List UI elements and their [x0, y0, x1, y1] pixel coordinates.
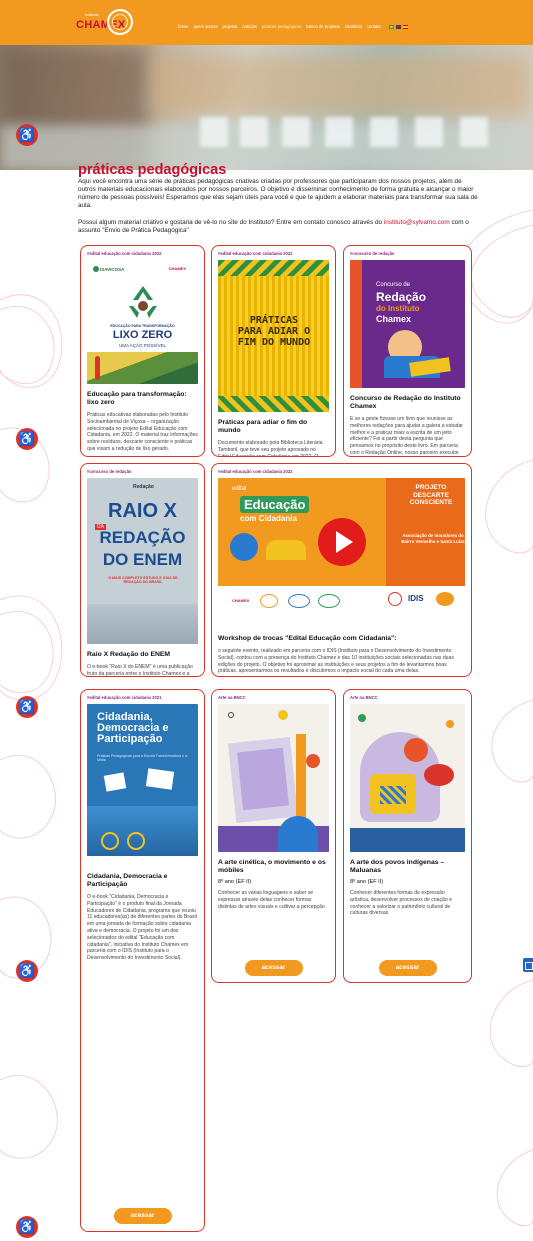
nav-contato[interactable]: contato — [367, 24, 381, 29]
card-title: Workshop de trocas "Edital Educação com … — [218, 635, 397, 642]
card-image[interactable]: ISAVICOSA CHAMEX EDUCAÇÃO PARA TRANSFORM… — [87, 260, 198, 384]
card-title: Cidadania, Democracia e Participação — [87, 873, 168, 888]
card-title: Raio X Redação do ENEM — [87, 651, 171, 658]
card-cidadania-democracia: #edital educação com cidadania 2021 Cida… — [80, 689, 205, 1232]
language-flags — [388, 24, 408, 29]
card-title: Práticas para adiar o fim do mundo — [218, 419, 308, 434]
main-nav: home quem somos projetos notícias prátic… — [178, 24, 408, 29]
card-title: Concurso de Redação do Instituto Chamex — [350, 395, 461, 410]
nav-relatorios[interactable]: relatórios — [345, 24, 362, 29]
intro-contact-text: Possui algum material criativo e gostari… — [78, 219, 469, 234]
card-arte-indigena: Arte na BNCC A arte dos povos indígenas … — [343, 689, 472, 983]
card-description: Práticas educativas elaboradas pelo Inst… — [87, 412, 198, 452]
page-title: práticas pedagógicas — [78, 162, 227, 178]
acessar-button[interactable]: acessar — [244, 960, 303, 976]
card-workshop-trocas: #edital educação com cidadania 2022 edit… — [211, 463, 472, 677]
card-description: o seguinte evento, realizado em parceria… — [218, 648, 454, 675]
card-description: Conhecer diferentes formas de expressão … — [350, 890, 452, 917]
recycle-icon — [129, 286, 157, 318]
card-tag: #concurso de redação — [350, 251, 395, 256]
card-grade: 8º ano (EF II) — [218, 879, 252, 885]
card-image[interactable]: Concurso de Redação do Instituto Chamex — [350, 260, 465, 388]
nav-projetos[interactable]: projetos — [222, 24, 237, 29]
acessar-button[interactable]: acessar — [113, 1208, 172, 1224]
nav-quem-somos[interactable]: quem somos — [193, 24, 217, 29]
card-lixo-zero: #edital educação com cidadania 2022 ISAV… — [80, 245, 205, 457]
video-thumbnail[interactable]: edital Educação com Cidadania PROJETO DE… — [218, 478, 465, 628]
logo-small-text: instituto — [85, 12, 99, 17]
vlibras-icon[interactable] — [523, 958, 533, 972]
card-tag: #edital educação com cidadania 2022 — [218, 251, 293, 256]
card-tag: #edital educação com cidadania 2022 — [87, 251, 162, 256]
card-image[interactable]: Cidadania, Democracia e Participação Prá… — [87, 704, 198, 866]
hero-image — [0, 45, 533, 170]
card-raio-x: #concurso de redação Redação RAIO X DA R… — [80, 463, 205, 677]
card-image[interactable]: Redação RAIO X DA REDAÇÃO DO ENEM O MAIS… — [87, 478, 198, 644]
page: instituto CHAMEX home quem somos projeto… — [0, 0, 533, 1241]
card-description: O e-book "Raio X do ENEM" é uma publicaç… — [87, 664, 193, 677]
contact-email-link[interactable]: instituto@sylvamo.com — [384, 219, 450, 226]
card-tag: #concurso de redação — [87, 469, 132, 474]
accessibility-icon[interactable]: ♿ — [16, 428, 38, 450]
card-title: A arte dos povos indígenas – Maluanas — [350, 859, 445, 874]
card-description: O e-book "Cidadania, Democracia e Partic… — [87, 894, 197, 962]
card-image[interactable]: PRÁTICAS PARA ADIAR O FIM DO MUNDO — [218, 260, 329, 412]
card-tag: #edital educação com cidadania 2021 — [87, 695, 162, 700]
card-description: E se a gente fizesse um livro que reunis… — [350, 416, 463, 456]
card-tag: Arte na BNCC — [350, 695, 378, 700]
flag-spain-icon[interactable] — [402, 24, 408, 29]
card-description: Conhecer as várias linguagens e saber se… — [218, 890, 325, 910]
nav-praticas-pedagogicas[interactable]: práticas pedagógicas — [262, 24, 302, 29]
card-description: Documento elaborado pela Biblioteca Lite… — [218, 440, 323, 457]
card-praticas-adiar: #edital educação com cidadania 2022 PRÁT… — [211, 245, 336, 457]
nav-home[interactable]: home — [178, 24, 188, 29]
accessibility-icon[interactable]: ♿ — [16, 960, 38, 982]
accessibility-icon[interactable]: ♿ — [16, 1216, 38, 1238]
nav-noticias[interactable]: notícias — [242, 24, 256, 29]
accessibility-icon[interactable]: ♿ — [16, 696, 38, 718]
site-header: instituto CHAMEX home quem somos projeto… — [0, 0, 533, 45]
intro-text: Aqui você encontra uma série de práticas… — [78, 178, 478, 209]
logo-ring-icon — [107, 9, 133, 35]
play-button-icon[interactable] — [318, 518, 366, 566]
nav-banco-de-projetos[interactable]: banco de projetos — [306, 24, 339, 29]
card-image[interactable] — [218, 704, 329, 852]
card-tag: Arte na BNCC — [218, 695, 246, 700]
card-image[interactable] — [350, 704, 465, 852]
accessibility-icon[interactable]: ♿ — [16, 124, 38, 146]
card-title: Educação para transformação: lixo zero — [87, 391, 187, 406]
card-title: A arte cinética, o movimento e os móbile… — [218, 859, 326, 874]
flag-uk-icon[interactable] — [395, 24, 401, 29]
card-arte-cinetica: Arte na BNCC A arte cinética, o moviment… — [211, 689, 336, 983]
instituto-chamex-logo[interactable]: instituto CHAMEX — [74, 9, 134, 37]
flag-brazil-icon[interactable] — [388, 24, 394, 29]
card-grade: 8º ano (EF II) — [350, 879, 384, 885]
card-concurso-redacao: #concurso de redação Concurso de Redação… — [343, 245, 472, 457]
acessar-button[interactable]: acessar — [378, 960, 437, 976]
card-tag: #edital educação com cidadania 2022 — [218, 469, 293, 474]
